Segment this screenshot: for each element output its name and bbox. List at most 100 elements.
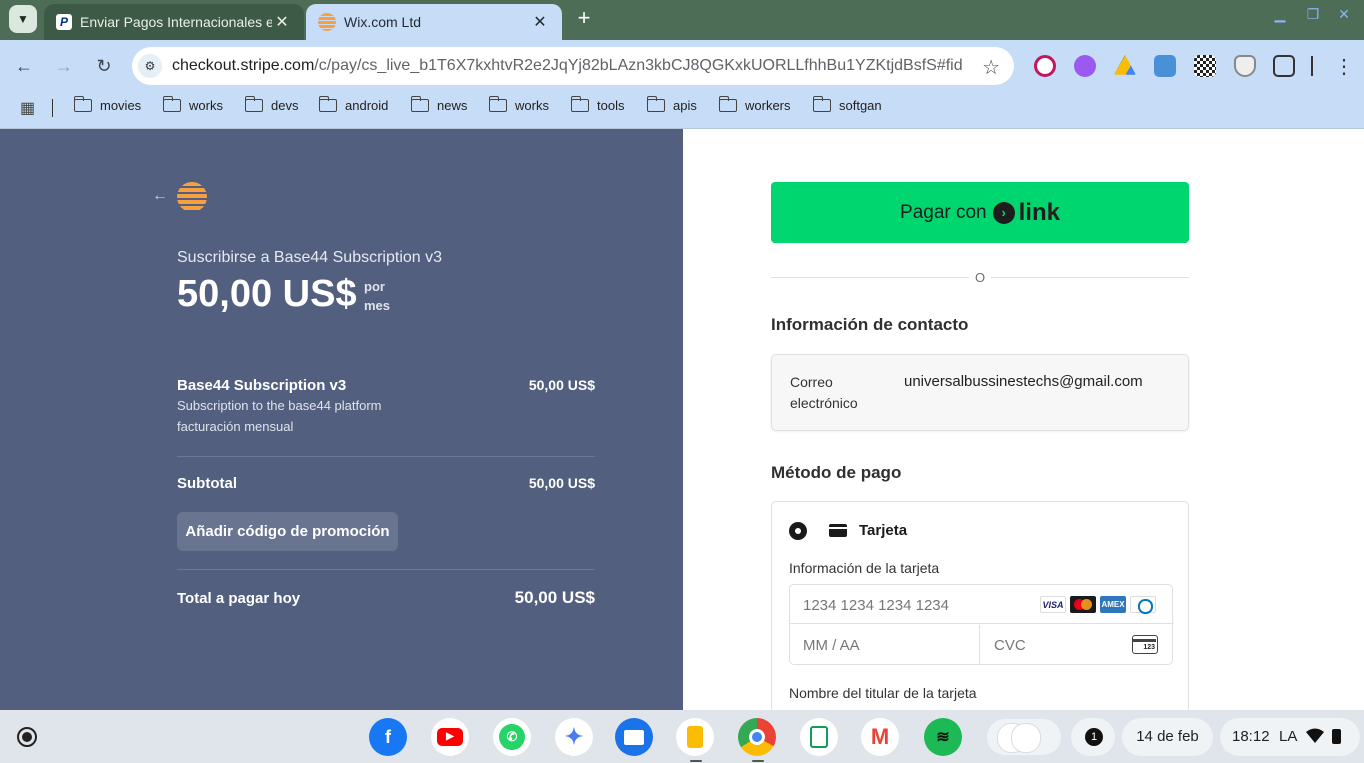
restore-icon[interactable]: ❐ <box>1303 6 1323 26</box>
bookmark-workers[interactable]: workers <box>718 96 791 113</box>
cvc-placeholder: CVC <box>994 637 1026 654</box>
gemini-icon[interactable]: ✦ <box>555 718 593 756</box>
tab-wix[interactable]: Wix.com Ltd ✕ <box>306 4 562 40</box>
reload-icon[interactable]: ↻ <box>92 54 116 78</box>
merchant-logo[interactable] <box>177 182 207 212</box>
color-picker-extension-icon[interactable] <box>1034 55 1056 77</box>
whatsapp-icon[interactable]: ✆ <box>493 718 531 756</box>
folder-icon <box>73 96 92 112</box>
visa-icon: VISA <box>1040 596 1066 613</box>
tab-strip: ▼ P Enviar Pagos Internacionales en ✕ Wi… <box>0 0 1364 40</box>
close-icon[interactable]: ✕ <box>530 12 550 32</box>
site-info-icon[interactable]: ⚙ <box>138 54 162 78</box>
total-label: Total a pagar hoy <box>177 590 301 607</box>
card-number-input[interactable]: 1234 1234 1234 1234 VISA AMEX <box>790 585 1174 624</box>
files-icon[interactable] <box>615 718 653 756</box>
bookmark-label: movies <box>100 98 142 113</box>
subscription-title: Suscribirse a Base44 Subscription v3 <box>177 249 443 266</box>
chevron-down-icon: ▼ <box>17 12 29 26</box>
date-tray[interactable]: 14 de feb <box>1122 718 1213 756</box>
folder-icon <box>570 96 589 112</box>
line-item-billing: facturación mensual <box>177 419 294 434</box>
subtotal-label: Subtotal <box>177 475 237 492</box>
minimize-icon[interactable]: ▁ <box>1270 6 1290 26</box>
browser-toolbar: ← → ↻ ⚙ checkout.stripe.com/c/pay/cs_liv… <box>0 40 1364 92</box>
forward-icon[interactable]: → <box>52 54 76 78</box>
bookmark-label: news <box>437 98 468 113</box>
apps-grid-icon[interactable]: ▦ <box>20 98 35 118</box>
line-item-name: Base44 Subscription v3 <box>177 377 347 394</box>
toolbar-separator <box>1311 56 1313 76</box>
price-period: por mes <box>364 279 391 313</box>
new-tab-button[interactable]: + <box>572 6 596 30</box>
tab-paypal[interactable]: P Enviar Pagos Internacionales en ✕ <box>44 4 304 40</box>
bookmark-devs[interactable]: devs <box>244 96 298 113</box>
back-icon[interactable]: ← <box>12 54 36 78</box>
youtube-icon[interactable]: ▶ <box>431 718 469 756</box>
cvc-card-icon: 123 <box>1132 635 1158 654</box>
star-icon[interactable]: ☆ <box>982 55 1000 80</box>
chrome-icon[interactable] <box>738 718 776 756</box>
folder-icon <box>162 96 181 112</box>
card-number-placeholder: 1234 1234 1234 1234 <box>803 597 949 614</box>
shield-icon[interactable] <box>1234 55 1256 77</box>
cvc-input[interactable]: CVC 123 <box>981 625 1174 665</box>
bookmark-works-2[interactable]: works <box>488 96 549 113</box>
gmail-icon[interactable]: M <box>861 718 899 756</box>
folder-icon <box>718 96 737 112</box>
flower-extension-icon[interactable] <box>1074 55 1096 77</box>
extensions-puzzle-icon[interactable] <box>1273 55 1295 77</box>
bookmark-softgan[interactable]: softgan <box>812 96 882 113</box>
bookmark-apis[interactable]: apis <box>646 96 697 113</box>
running-indicator <box>690 760 702 762</box>
payment-method-heading: Método de pago <box>771 463 902 482</box>
expiry-placeholder: MM / AA <box>803 637 860 654</box>
bookmark-android[interactable]: android <box>318 96 388 113</box>
pay-with-link-button[interactable]: Pagar con › link <box>771 182 1189 243</box>
running-indicator <box>752 760 764 762</box>
close-window-icon[interactable]: ✕ <box>1334 6 1354 26</box>
total-value: 50,00 US$ <box>514 588 595 607</box>
card-radio-button[interactable] <box>789 522 807 540</box>
back-arrow-icon[interactable]: ← <box>152 187 168 205</box>
clipboard-icon[interactable] <box>800 718 838 756</box>
url-text[interactable]: checkout.stripe.com/c/pay/cs_live_b1T6X7… <box>172 57 962 75</box>
tab-title: Wix.com Ltd <box>344 14 422 30</box>
more-menu-icon[interactable]: ⋮ <box>1334 54 1354 79</box>
sunset-logo-icon <box>318 13 336 31</box>
bookmark-news[interactable]: news <box>410 96 468 113</box>
card-fields-group: 1234 1234 1234 1234 VISA AMEX MM / AA CV… <box>789 584 1174 665</box>
spotify-icon[interactable]: ≋ <box>924 718 962 756</box>
launcher-icon[interactable] <box>17 727 37 747</box>
bookmark-tools[interactable]: tools <box>570 96 624 113</box>
folder-icon <box>488 96 507 112</box>
paypal-icon: P <box>56 14 72 30</box>
qr-scanner-icon[interactable] <box>1154 55 1176 77</box>
card-option-label[interactable]: Tarjeta <box>859 522 907 539</box>
bookmark-label: workers <box>745 98 791 113</box>
status-tray[interactable]: 18:12 LA <box>1220 718 1360 756</box>
divider <box>177 569 595 570</box>
line-item-price: 50,00 US$ <box>528 377 595 393</box>
bookmark-movies[interactable]: movies <box>73 96 142 113</box>
or-separator: O <box>974 270 986 285</box>
add-promo-code-button[interactable]: Añadir código de promoción <box>177 512 398 551</box>
clock: 18:12 <box>1232 728 1270 745</box>
notification-button[interactable]: 1 <box>1071 718 1115 756</box>
qr-code-icon[interactable] <box>1194 55 1216 77</box>
subtotal-value: 50,00 US$ <box>528 475 595 491</box>
bookmark-works[interactable]: works <box>162 96 223 113</box>
folder-icon <box>318 96 337 112</box>
tab-search-button[interactable]: ▼ <box>9 5 37 33</box>
google-drive-icon[interactable] <box>1114 55 1136 75</box>
link-logo: link <box>1018 198 1060 226</box>
address-bar[interactable]: ⚙ checkout.stripe.com/c/pay/cs_live_b1T6… <box>132 47 1014 85</box>
pod-toggle[interactable] <box>987 719 1061 755</box>
email-field[interactable]: Correo electrónico universalbussinestech… <box>771 354 1189 431</box>
divider <box>991 277 1189 278</box>
expiry-input[interactable]: MM / AA <box>790 625 980 665</box>
keep-icon[interactable] <box>676 718 714 756</box>
close-icon[interactable]: ✕ <box>272 12 292 32</box>
wifi-icon <box>1306 728 1324 743</box>
facebook-icon[interactable]: f <box>369 718 407 756</box>
